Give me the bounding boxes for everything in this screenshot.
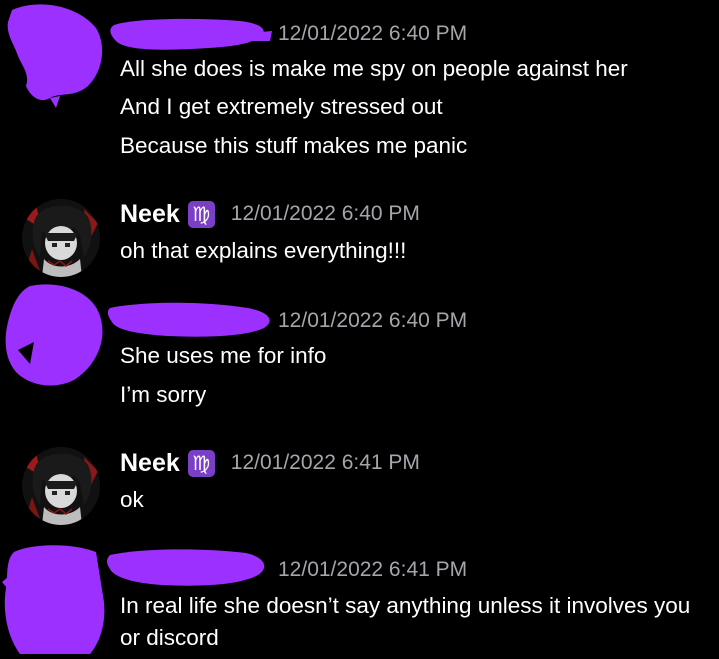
message-timestamp: 12/01/2022 6:40 PM — [230, 202, 420, 225]
message-header: Neek ♍ 12/01/2022 6:40 PM — [120, 197, 420, 231]
message-timestamp: 12/01/2022 6:41 PM — [230, 451, 420, 474]
message-timestamp: 12/01/2022 6:41 PM — [278, 558, 468, 581]
message-header: Neek ♍ 12/01/2022 6:41 PM — [120, 446, 420, 480]
redacted-avatar[interactable] — [0, 280, 110, 390]
user-avatar[interactable] — [22, 447, 100, 525]
virgo-icon: ♍ — [187, 200, 215, 228]
message-timestamp: 12/01/2022 6:40 PM — [278, 309, 468, 332]
message-text: She uses me for info — [120, 343, 327, 368]
message-text: oh that explains everything!!! — [120, 238, 407, 263]
message-text: And I get extremely stressed out — [120, 94, 443, 119]
message-group: 12/01/2022 6:40 PM All she does is make … — [0, 0, 719, 170]
redacted-avatar[interactable] — [0, 542, 110, 654]
username[interactable]: Neek — [120, 449, 180, 478]
message-text: ok — [120, 487, 144, 512]
redacted-username[interactable] — [106, 545, 271, 596]
message-header: 12/01/2022 6:40 PM — [107, 302, 468, 338]
message-text: I’m sorry — [120, 382, 207, 407]
username[interactable]: Neek — [120, 200, 180, 229]
message-group: Neek ♍ 12/01/2022 6:40 PM oh that explai… — [0, 190, 719, 280]
message-header: 12/01/2022 6:40 PM — [110, 17, 468, 51]
message-text: All she does is make me spy on people ag… — [120, 56, 628, 81]
message-header: 12/01/2022 6:41 PM — [107, 549, 468, 587]
message-group: 12/01/2022 6:41 PM In real life she does… — [0, 534, 719, 654]
user-avatar[interactable] — [22, 199, 100, 277]
virgo-icon: ♍ — [187, 449, 215, 477]
message-text: In real life she doesn’t say anything un… — [120, 593, 691, 650]
message-group: Neek ♍ 12/01/2022 6:41 PM ok — [0, 438, 719, 528]
redacted-avatar[interactable] — [0, 0, 110, 110]
message-timestamp: 12/01/2022 6:40 PM — [278, 22, 468, 45]
message-group: 12/01/2022 6:40 PM She uses me for info … — [0, 280, 719, 420]
message-text: Because this stuff makes me panic — [120, 133, 468, 158]
